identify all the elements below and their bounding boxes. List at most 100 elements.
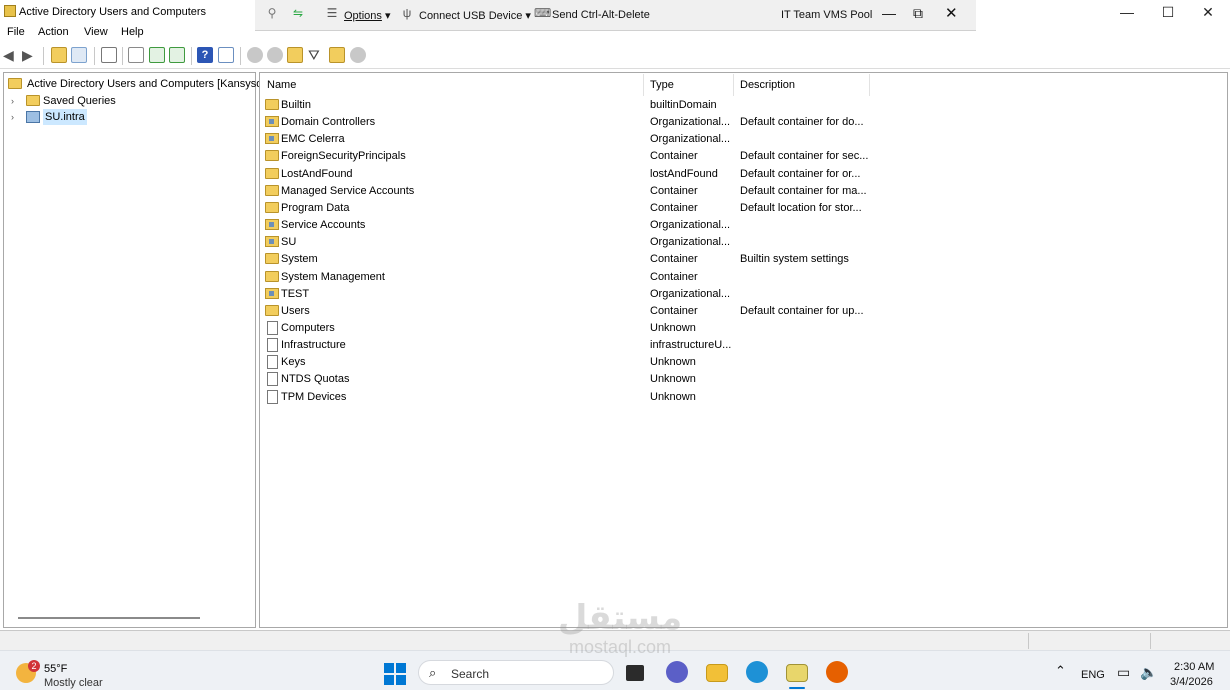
forward-icon[interactable]: ▶ <box>22 47 38 63</box>
table-row[interactable]: NTDS Quotas Unknown <box>260 371 1220 388</box>
weather-widget[interactable]: 2 55°F Mostly clear <box>14 659 124 689</box>
clock-date[interactable]: 3/4/2026 <box>1170 676 1213 688</box>
column-header-type[interactable]: Type <box>650 79 674 91</box>
firefox-icon[interactable] <box>826 661 848 683</box>
folder-icon <box>265 304 279 316</box>
menu-view[interactable]: View <box>84 26 108 38</box>
cell-type: Unknown <box>650 356 696 369</box>
document-icon <box>267 372 278 387</box>
column-header-description[interactable]: Description <box>740 79 795 91</box>
column-header-name[interactable]: Name <box>267 79 296 91</box>
cell-name: ForeignSecurityPrincipals <box>281 150 406 163</box>
new-ou-icon[interactable] <box>287 47 303 63</box>
pin-icon[interactable]: ⚲ <box>265 6 279 20</box>
start-button[interactable] <box>384 663 406 685</box>
menu-file[interactable]: File <box>7 26 25 38</box>
chevron-up-icon[interactable]: ⌃ <box>1055 663 1066 679</box>
table-row[interactable]: EMC Celerra Organizational... <box>260 131 1220 148</box>
network-icon[interactable]: ▭ <box>1117 664 1130 681</box>
snapin-icon <box>8 78 22 89</box>
table-row[interactable]: Builtin builtinDomain <box>260 97 1220 114</box>
app-icon <box>4 5 16 17</box>
cell-description: Default location for stor... <box>740 201 862 214</box>
tree-item-label: SU.intra <box>43 109 87 125</box>
search-icon: ⌕ <box>429 665 437 680</box>
chevron-right-icon[interactable]: › <box>11 96 14 106</box>
vm-restore-button[interactable]: ⧉ <box>913 5 923 22</box>
add-to-group-icon[interactable] <box>350 47 366 63</box>
table-row[interactable]: Managed Service Accounts Container Default… <box>260 183 1220 200</box>
volume-icon[interactable]: 🔈 <box>1140 664 1157 681</box>
table-row[interactable]: Computers Unknown <box>260 320 1220 337</box>
up-folder-icon[interactable] <box>51 47 67 63</box>
table-row[interactable]: Service Accounts Organizational... <box>260 217 1220 234</box>
help-icon[interactable]: ? <box>197 47 213 63</box>
cell-type: Unknown <box>650 321 696 334</box>
language-indicator[interactable]: ENG <box>1081 669 1105 681</box>
cell-name: Keys <box>281 356 306 369</box>
table-row[interactable]: Users Container Default container for up..… <box>260 303 1220 320</box>
connect-usb-menu[interactable]: Connect USB Device ▾ <box>419 9 531 22</box>
send-ctrl-alt-delete-button[interactable]: Send Ctrl-Alt-Delete <box>552 9 650 21</box>
cell-description: Default container for up... <box>740 304 864 317</box>
taskbar-search[interactable]: ⌕ Search <box>418 660 614 685</box>
cell-name: EMC Celerra <box>281 133 345 146</box>
document-icon <box>267 338 278 353</box>
close-button[interactable]: ✕ <box>1188 0 1228 24</box>
options-menu[interactable]: Options ▾ <box>344 9 391 22</box>
cell-type: Organizational... <box>650 287 731 300</box>
search-placeholder: Search <box>451 667 490 681</box>
menu-action[interactable]: Action <box>38 26 69 38</box>
horizontal-scrollbar[interactable] <box>18 617 200 619</box>
vm-minimize-button[interactable]: — <box>882 5 896 21</box>
cell-name: Service Accounts <box>281 219 366 232</box>
weather-temp: 55°F <box>44 663 68 675</box>
vm-close-button[interactable]: ✕ <box>945 4 958 22</box>
folder-icon <box>265 270 279 282</box>
folder-icon <box>26 95 40 106</box>
task-view-icon[interactable] <box>626 665 644 681</box>
table-row[interactable]: Domain Controllers Organizational... Defau… <box>260 114 1220 131</box>
vmware-horizon-icon[interactable] <box>786 664 808 682</box>
cell-name: Builtin <box>281 99 311 111</box>
filter-icon[interactable]: ⛛ <box>308 47 324 63</box>
show-tree-icon[interactable] <box>71 47 87 63</box>
clock-time[interactable]: 2:30 AM <box>1174 661 1214 673</box>
table-row[interactable]: LostAndFound lostAndFound Default containe… <box>260 166 1220 183</box>
folder-icon <box>265 150 279 162</box>
table-row[interactable]: SU Organizational... <box>260 234 1220 251</box>
export-list-icon[interactable] <box>169 47 185 63</box>
cell-name: Managed Service Accounts <box>281 184 415 197</box>
table-row[interactable]: System Container Builtin system settings <box>260 251 1220 268</box>
minimize-button[interactable]: — <box>1107 0 1147 24</box>
status-bar <box>0 630 1230 650</box>
properties-icon[interactable] <box>128 47 144 63</box>
delete-icon[interactable] <box>101 47 117 63</box>
teams-icon[interactable] <box>666 661 688 683</box>
table-row[interactable]: TEST Organizational... <box>260 286 1220 303</box>
cell-name: System <box>281 253 318 266</box>
vm-console-toolbar: ⚲ ⇋ ☰ Options ▾ ψ Connect USB Device ▾ ⌨… <box>255 0 976 31</box>
table-row[interactable]: Program Data Container Default location fo… <box>260 200 1220 217</box>
chevron-right-icon[interactable]: › <box>11 112 14 122</box>
refresh-icon[interactable] <box>149 47 165 63</box>
network-signal-icon[interactable]: ⇋ <box>291 6 305 20</box>
new-user-icon[interactable] <box>247 47 263 63</box>
toolbar: ◀ ▶ ? ⛛ <box>0 43 1230 69</box>
back-icon[interactable]: ◀ <box>3 47 19 63</box>
table-row[interactable]: Infrastructure infrastructureU... <box>260 337 1220 354</box>
tree-item-su-intra[interactable]: › SU.intra <box>8 109 87 125</box>
cell-name: Infrastructure <box>281 339 346 352</box>
cell-name: Users <box>281 304 310 317</box>
table-row[interactable]: Keys Unknown <box>260 354 1220 371</box>
edge-icon[interactable] <box>746 661 768 683</box>
table-row[interactable]: System Management Container <box>260 269 1220 286</box>
maximize-button[interactable]: ☐ <box>1148 0 1188 24</box>
table-row[interactable]: TPM Devices Unknown <box>260 389 1220 406</box>
find-icon[interactable] <box>329 47 345 63</box>
new-group-icon[interactable] <box>267 47 283 63</box>
table-row[interactable]: ForeignSecurityPrincipals Container Defaul… <box>260 148 1220 165</box>
action-pane-icon[interactable] <box>218 47 234 63</box>
menu-help[interactable]: Help <box>121 26 144 38</box>
file-explorer-icon[interactable] <box>706 664 728 682</box>
